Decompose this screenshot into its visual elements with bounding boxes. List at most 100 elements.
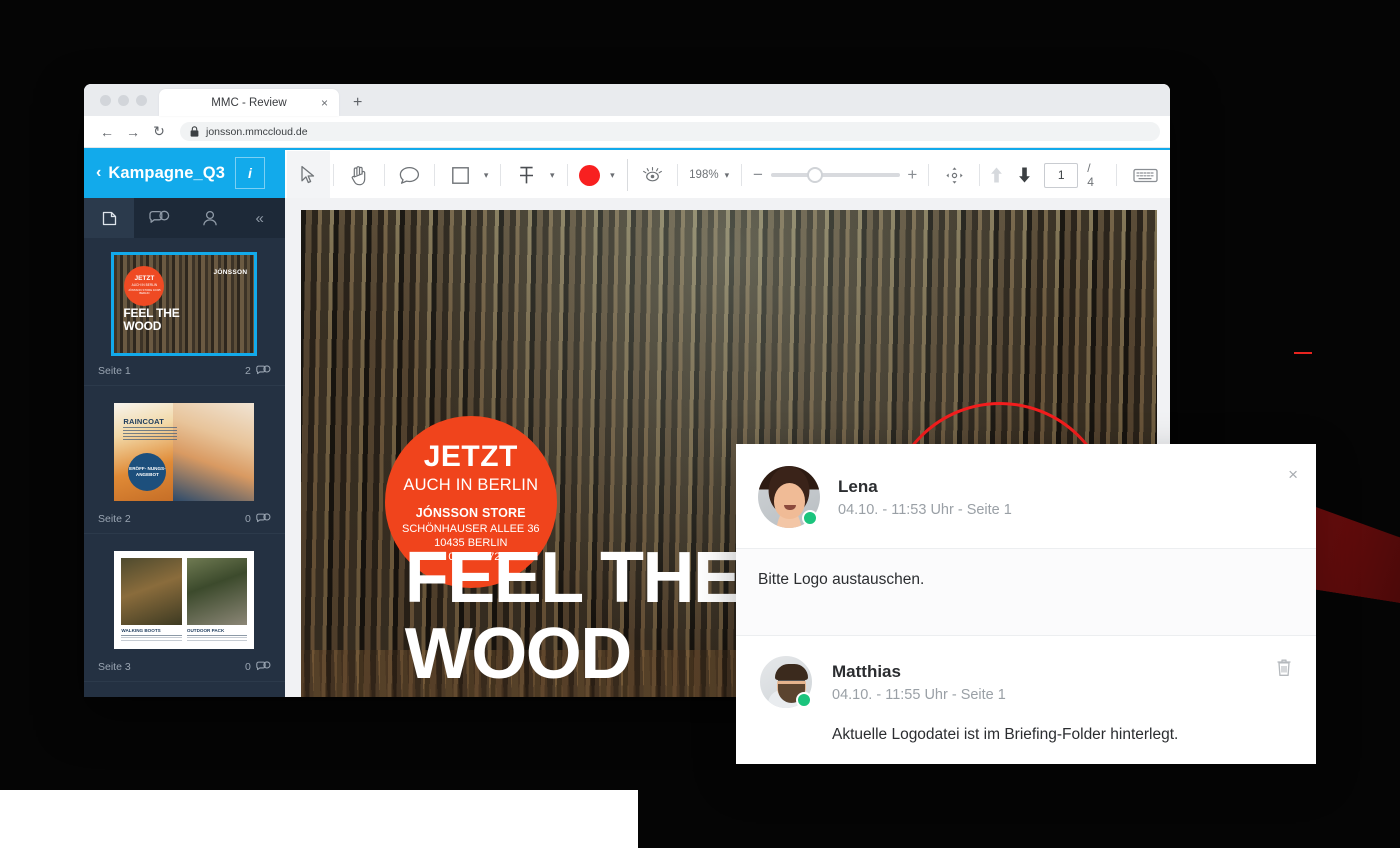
keyboard-shortcuts-icon	[1132, 168, 1158, 182]
page-label: Seite 1	[98, 365, 131, 377]
decorative-red-line	[1294, 352, 1312, 354]
previous-page-button[interactable]	[983, 151, 1011, 199]
eye-icon	[642, 166, 662, 181]
store-badge-street: SCHÖNHAUSER ALLEE 36	[402, 523, 540, 535]
window-controls	[84, 95, 159, 116]
zoom-slider-track	[770, 173, 900, 177]
comment-timestamp: 04.10. - 11:53 Uhr - Seite 1	[838, 501, 1012, 518]
fit-to-screen-icon	[945, 166, 963, 184]
window-minimize-dot[interactable]	[118, 95, 129, 106]
sidebar-item-comments[interactable]	[134, 198, 184, 238]
comment-count-value: 0	[244, 513, 251, 525]
thumbnail-title: RAINCOAT	[123, 417, 165, 426]
close-icon[interactable]: ×	[321, 97, 328, 109]
avatar	[758, 654, 814, 710]
back-icon[interactable]: ←	[94, 124, 120, 140]
info-button[interactable]: i	[234, 157, 265, 189]
screenshot-stage: MMC - Review × + ← → ↻ jonsson.mmccloud.…	[0, 0, 1400, 848]
sidebar-tabs: «	[84, 198, 285, 238]
strikethrough-text-icon	[519, 166, 533, 183]
arrow-up-icon	[991, 167, 1003, 183]
store-badge-subline: AUCH IN BERLIN	[403, 476, 539, 494]
comments-icon	[256, 661, 271, 671]
cursor-arrow-icon	[301, 165, 315, 184]
shape-tool-dropdown[interactable]: ▾	[482, 151, 498, 199]
square-icon	[451, 166, 469, 184]
zoom-level-dropdown[interactable]: ▾	[723, 151, 739, 199]
chevron-left-icon[interactable]: ‹	[96, 164, 101, 182]
reply-author: Matthias	[832, 661, 901, 681]
comments-icon	[256, 365, 271, 375]
page-label: Seite 3	[98, 661, 131, 673]
sidebar-item-collapse[interactable]: «	[235, 198, 285, 238]
zoom-out-button[interactable]: −	[745, 151, 771, 199]
text-tool-button[interactable]	[504, 151, 548, 199]
page-total-label: / 4	[1087, 161, 1094, 189]
status-badge	[802, 510, 818, 526]
close-icon[interactable]: ×	[1288, 466, 1298, 483]
comment-text: Bitte Logo austauschen.	[736, 549, 1316, 636]
artboard-headline-line1: FEEL THE	[404, 538, 741, 618]
user-icon	[202, 210, 217, 225]
page-number-input[interactable]: 1	[1044, 162, 1079, 188]
reply-timestamp: 04.10. - 11:55 Uhr - Seite 1	[832, 686, 1006, 703]
reply-author-block: Matthias 04.10. - 11:55 Uhr - Seite 1	[832, 662, 1006, 703]
browser-toolbar: ← → ↻ jonsson.mmccloud.de	[84, 116, 1170, 148]
zoom-level-label[interactable]: 198%	[681, 151, 722, 199]
list-item[interactable]: RAINCOAT ERÖFF- NUNGS- ANGEBOT Seite 2 0	[84, 386, 285, 534]
visibility-tool-button[interactable]	[631, 151, 675, 199]
trash-icon	[1277, 659, 1291, 676]
comment-count-value: 0	[244, 661, 251, 673]
forward-icon[interactable]: →	[120, 124, 146, 140]
color-tool-button[interactable]	[571, 151, 609, 199]
reply-header: Matthias 04.10. - 11:55 Uhr - Seite 1	[758, 654, 1294, 710]
select-tool-button[interactable]	[286, 151, 331, 199]
page-thumbnail-1[interactable]: JETZT AUCH IN BERLIN JÓNSSON STORE 10435…	[111, 252, 258, 356]
color-tool-dropdown[interactable]: ▾	[608, 151, 624, 199]
fit-to-screen-button[interactable]	[932, 151, 976, 199]
chevron-double-left-icon: «	[255, 209, 264, 227]
zoom-slider[interactable]	[770, 166, 900, 184]
comment-tool-button[interactable]	[388, 151, 432, 199]
thumbnail-headline: FEEL THE WOOD	[123, 306, 180, 333]
browser-tab[interactable]: MMC - Review ×	[159, 89, 339, 116]
address-bar-url: jonsson.mmccloud.de	[206, 125, 308, 138]
hand-icon	[351, 165, 365, 185]
page-number-input-wrap: 1	[1038, 151, 1079, 199]
comment-popup[interactable]: Lena 04.10. - 11:53 Uhr - Seite 1 × Bitt…	[736, 444, 1316, 764]
list-item[interactable]: WALKING BOOTS OUTDOOR PACK Seite 3 0	[84, 534, 285, 682]
thumbnail-badge: JETZT AUCH IN BERLIN JÓNSSON STORE 10435…	[124, 266, 165, 306]
page-thumbnail-list: JETZT AUCH IN BERLIN JÓNSSON STORE 10435…	[84, 238, 285, 682]
window-close-dot[interactable]	[100, 95, 111, 106]
zoom-in-button[interactable]: +	[900, 151, 926, 199]
comment-reply: Matthias 04.10. - 11:55 Uhr - Seite 1 Ak…	[736, 636, 1316, 766]
editor-toolbar: ▾ ▾ ▾ 198% ▾ − + 1 / 4	[284, 148, 1170, 201]
new-tab-button[interactable]: +	[353, 95, 362, 111]
page-thumbnail-3[interactable]: WALKING BOOTS OUTDOOR PACK	[111, 548, 257, 652]
page-thumbnail-meta-2: Seite 2 0	[84, 504, 285, 533]
thumbnail-badge-line2: AUCH IN BERLIN	[131, 283, 158, 287]
list-item[interactable]: JETZT AUCH IN BERLIN JÓNSSON STORE 10435…	[84, 238, 285, 386]
sidebar-item-pages[interactable]	[84, 198, 135, 238]
comment-author-block: Lena 04.10. - 11:53 Uhr - Seite 1	[838, 477, 1012, 518]
browser-tabstrip: MMC - Review × +	[84, 84, 1170, 116]
page-thumbnail-2[interactable]: RAINCOAT ERÖFF- NUNGS- ANGEBOT	[111, 400, 257, 504]
comment-header: Lena 04.10. - 11:53 Uhr - Seite 1 ×	[736, 444, 1316, 549]
artboard-headline-line2: WOOD	[404, 614, 632, 694]
thumbnail-brand: JÓNSSON	[213, 269, 248, 276]
thumbnail-card-1-title: WALKING BOOTS	[121, 628, 161, 633]
delete-reply-button[interactable]	[1276, 658, 1292, 682]
window-maximize-dot[interactable]	[136, 95, 147, 106]
text-tool-dropdown[interactable]: ▾	[548, 151, 564, 199]
sidebar-item-users[interactable]	[184, 198, 234, 238]
comment-count: 2	[245, 365, 271, 377]
comments-icon	[256, 513, 271, 523]
next-page-button[interactable]	[1010, 151, 1038, 199]
shape-tool-button[interactable]	[438, 151, 482, 199]
reload-icon[interactable]: ↻	[146, 123, 172, 140]
keyboard-shortcuts-button[interactable]	[1120, 151, 1170, 199]
address-bar[interactable]: jonsson.mmccloud.de	[180, 122, 1160, 141]
zoom-slider-handle[interactable]	[806, 167, 823, 183]
store-badge-store: JÓNSSON STORE	[415, 506, 526, 520]
hand-tool-button[interactable]	[337, 151, 381, 199]
